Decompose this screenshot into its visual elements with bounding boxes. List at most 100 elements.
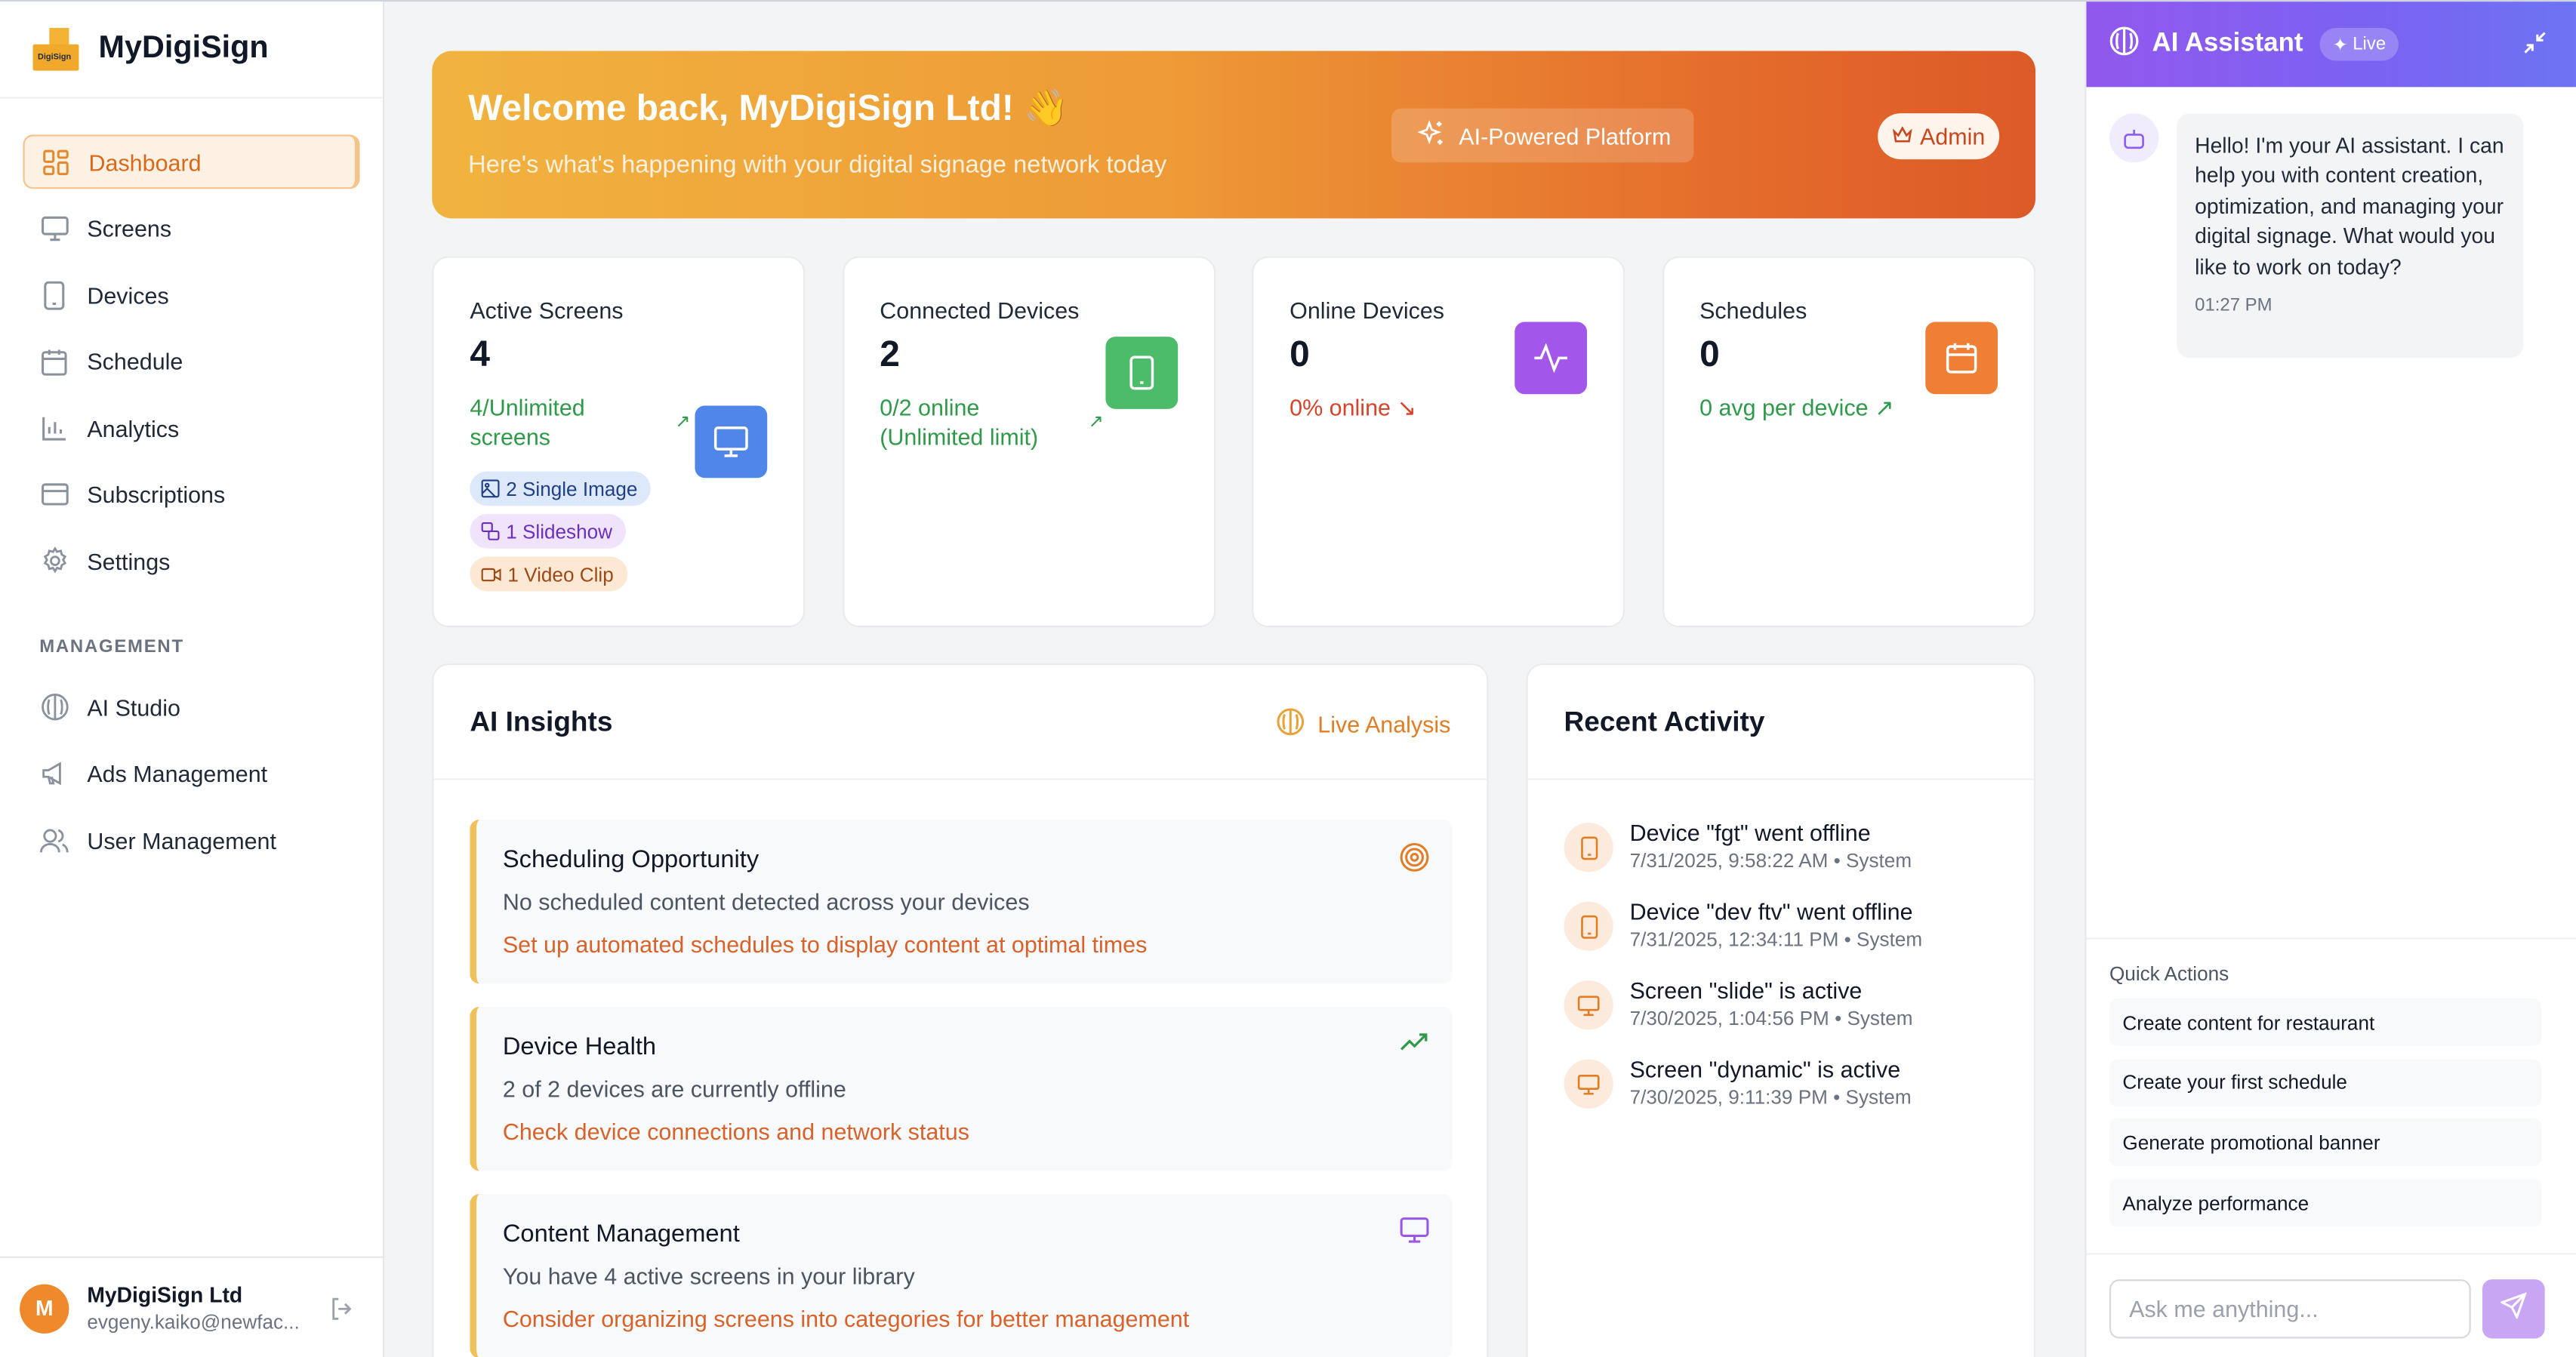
avatar: M (20, 1283, 69, 1333)
activity-item[interactable]: Screen "dynamic" is active 7/30/2025, 9:1… (1564, 1056, 1912, 1109)
insight-action-link[interactable]: Consider organizing screens into categor… (503, 1306, 1189, 1332)
activity-meta: 7/31/2025, 12:34:11 PM • System (1629, 928, 1923, 951)
sidebar-item-label: Subscriptions (87, 481, 226, 508)
calendar-tile-icon (1924, 322, 1997, 395)
sidebar-item-label: Analytics (87, 414, 180, 442)
user-name: MyDigiSign Ltd (87, 1282, 243, 1308)
activity-item[interactable]: Device "dev ftv" went offline 7/31/2025, … (1564, 898, 1923, 951)
user-email: evgeny.kaiko@newfac... (87, 1310, 300, 1334)
ask-input[interactable] (2109, 1279, 2471, 1339)
sidebar-item-subscriptions[interactable]: Subscriptions (23, 467, 359, 522)
activity-item[interactable]: Device "fgt" went offline 7/31/2025, 9:58… (1564, 820, 1912, 872)
calendar-icon (39, 346, 69, 376)
minimize-icon[interactable] (2523, 31, 2546, 62)
gear-icon (39, 546, 69, 576)
insight-title: Scheduling Opportunity (502, 845, 760, 874)
quick-action-button[interactable]: Create your first schedule (2109, 1058, 2542, 1106)
tablet-icon (1564, 901, 1613, 951)
activity-item[interactable]: Screen "slide" is active 7/30/2025, 1:04:… (1564, 977, 1913, 1030)
insight-description: You have 4 active screens in your librar… (502, 1263, 915, 1290)
brand[interactable]: DigiSign MyDigiSign (0, 2, 384, 99)
tablet-tile-icon (1105, 337, 1178, 409)
users-icon (39, 825, 69, 854)
stat-card-active-screens[interactable]: Active Screens 4 4/Unlimited screens ↗ 2… (432, 256, 806, 628)
section-label-management: MANAGEMENT (39, 637, 184, 657)
logout-icon[interactable] (330, 1297, 353, 1328)
welcome-banner: Welcome back, MyDigiSign Ltd! 👋 Here's w… (432, 51, 2036, 219)
quick-actions-label: Quick Actions (2109, 962, 2229, 986)
insight-card[interactable]: Device Health 2 of 2 devices are current… (470, 1006, 1453, 1171)
sidebar: DigiSign MyDigiSign Dashboard Screens De… (0, 2, 385, 1357)
insight-description: No scheduled content detected across you… (502, 888, 1030, 915)
crown-icon (1892, 125, 1912, 146)
stat-card-connected-devices[interactable]: Connected Devices 2 0/2 online (Unlimite… (842, 256, 1216, 628)
stats-cards: Active Screens 4 4/Unlimited screens ↗ 2… (432, 256, 2035, 628)
monitor-icon (1564, 980, 1613, 1030)
quick-action-button[interactable]: Analyze performance (2109, 1179, 2542, 1227)
stat-subtext: 0/2 online (Unlimited limit) (880, 394, 1039, 451)
sidebar-item-user-management[interactable]: User Management (23, 813, 359, 867)
stat-subtext: 0 avg per device ↗ (1699, 394, 1894, 421)
sidebar-item-ai-studio[interactable]: AI Studio (23, 680, 359, 734)
target-icon (1400, 842, 1429, 880)
brain-icon (39, 692, 69, 722)
credit-card-icon (39, 479, 69, 509)
stat-value: 4 (470, 333, 490, 375)
send-icon (2499, 1291, 2528, 1326)
monitor-icon (1400, 1217, 1429, 1251)
monitor-tile-icon (695, 405, 768, 478)
sidebar-item-label: Dashboard (88, 148, 202, 175)
sidebar-nav: Dashboard Screens Devices Schedule Analy… (0, 99, 383, 867)
user-profile[interactable]: M MyDigiSign Ltd evgeny.kaiko@newfac... (0, 1256, 384, 1357)
stat-value: 0 (1290, 333, 1310, 375)
activity-title: Device "dev ftv" went offline (1629, 898, 1913, 925)
welcome-subtitle: Here's what's happening with your digita… (468, 151, 1167, 180)
bot-icon (2109, 113, 2159, 163)
brand-name: MyDigiSign (98, 31, 269, 66)
assistant-header: AI Assistant ✦ Live (2086, 2, 2576, 88)
ai-assistant-panel: AI Assistant ✦ Live Hello! I'm your AI a… (2085, 2, 2576, 1357)
send-button[interactable] (2482, 1279, 2545, 1339)
activity-title: Screen "dynamic" is active (1629, 1056, 1901, 1082)
chip-slideshow[interactable]: 1 Slideshow (470, 514, 626, 549)
stat-value: 2 (880, 333, 900, 375)
tablet-icon (39, 280, 69, 309)
recent-activity-title: Recent Activity (1527, 665, 2034, 780)
stat-label: Active Screens (470, 297, 624, 324)
insight-action-link[interactable]: Check device connections and network sta… (503, 1119, 969, 1145)
sidebar-item-ads-management[interactable]: Ads Management (23, 746, 359, 801)
message-time: 01:27 PM (2195, 295, 2272, 315)
sidebar-item-dashboard[interactable]: Dashboard (23, 134, 360, 189)
quick-action-button[interactable]: Create content for restaurant (2109, 999, 2542, 1047)
insight-card[interactable]: Scheduling Opportunity No scheduled cont… (470, 819, 1453, 984)
stat-card-online-devices[interactable]: Online Devices 0 0% online ↘ (1252, 256, 1625, 628)
quick-action-button[interactable]: Generate promotional banner (2109, 1119, 2542, 1167)
insight-card[interactable]: Content Management You have 4 active scr… (470, 1193, 1453, 1357)
main-content: Welcome back, MyDigiSign Ltd! 👋 Here's w… (386, 2, 2085, 1357)
insight-action-link[interactable]: Set up automated schedules to display co… (503, 931, 1148, 958)
sparkles-icon: ✦ (2332, 35, 2348, 55)
trending-up-icon (1400, 1029, 1429, 1059)
sidebar-item-settings[interactable]: Settings (23, 534, 359, 588)
activity-meta: 7/30/2025, 9:11:39 PM • System (1629, 1085, 1912, 1109)
chip-video-clip[interactable]: 1 Video Clip (470, 556, 627, 592)
sidebar-item-schedule[interactable]: Schedule (23, 334, 359, 389)
sidebar-item-analytics[interactable]: Analytics (23, 401, 359, 455)
stat-card-schedules[interactable]: Schedules 0 0 avg per device ↗ (1662, 256, 2035, 628)
chip-single-image[interactable]: 2 Single Image (470, 471, 651, 506)
sidebar-item-label: Settings (87, 547, 171, 574)
stat-subtext: 0% online ↘ (1290, 394, 1416, 421)
activity-title: Screen "slide" is active (1629, 977, 1863, 1004)
monitor-icon (39, 214, 69, 243)
monitor-icon (1564, 1059, 1613, 1109)
logo: DigiSign (32, 27, 79, 71)
tablet-icon (1564, 823, 1613, 872)
sidebar-item-devices[interactable]: Devices (23, 268, 359, 322)
stat-label: Connected Devices (880, 297, 1080, 324)
sidebar-item-screens[interactable]: Screens (23, 202, 359, 256)
stat-subtext: 4/Unlimited screens (470, 394, 585, 451)
arrow-up-right-icon: ↗ (675, 412, 691, 432)
activity-tile-icon (1514, 322, 1588, 395)
admin-badge: Admin (1878, 113, 2000, 160)
insight-title: Device Health (502, 1032, 657, 1061)
